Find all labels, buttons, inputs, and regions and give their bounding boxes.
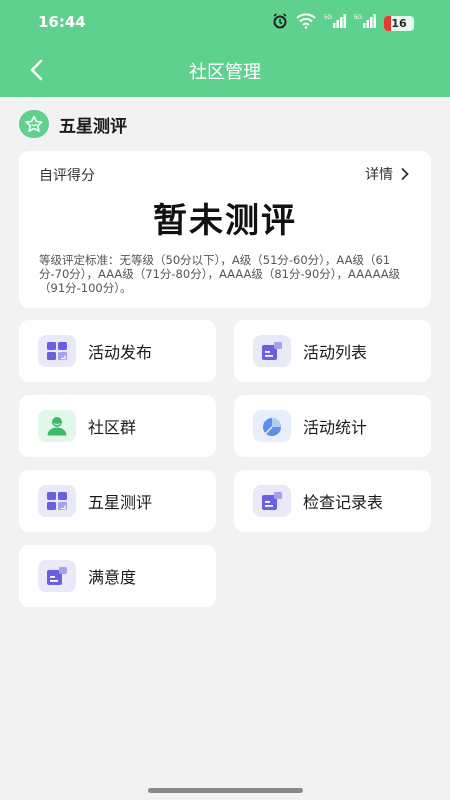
tile-inspection-records[interactable]: 检查记录表 [234,470,431,532]
tile-activity-publish[interactable]: 活动发布 [19,320,216,382]
home-indicator[interactable] [148,788,303,793]
list-card-icon [38,560,76,592]
grading-standard: 等级评定标准：无等级（50分以下），A级（51分-60分），AA级（61分-70… [39,253,401,295]
detail-link[interactable]: 详情 [365,164,409,184]
tile-activity-list[interactable]: 活动列表 [234,320,431,382]
chevron-right-icon [401,168,409,180]
tile-community-group[interactable]: 社区群 [19,395,216,457]
svg-text:5G: 5G [324,15,332,21]
status-icons: 5G 5G 16 [272,13,414,33]
list-card-icon [253,485,291,517]
page-title: 社区管理 [189,62,261,83]
tile-label: 检查记录表 [303,493,384,512]
list-card-icon [253,335,291,367]
wifi-icon [296,13,316,33]
status-time: 16:44 [38,13,86,31]
section-header: 五星测评 [19,110,127,138]
user-group-icon [38,410,76,442]
grid-icon [38,485,76,517]
score-label: 自评得分 [39,168,95,184]
signal-icon-2: 5G [354,13,376,33]
status-bar: 16:44 5G 5G 16 [0,0,450,44]
grid-icon [38,335,76,367]
tile-label: 活动列表 [303,343,368,362]
tile-five-star-review[interactable]: 五星测评 [19,470,216,532]
tile-satisfaction[interactable]: 满意度 [19,545,216,607]
battery-icon: 16 [384,15,414,31]
score-value: 暂未测评 [153,201,297,241]
detail-label: 详情 [365,167,393,183]
tile-label: 活动发布 [88,343,153,362]
app-header: 16:44 5G 5G 16 社区管理 [0,0,450,97]
tile-label: 活动统计 [303,418,368,437]
alarm-icon [272,13,288,33]
battery-level: 16 [391,16,407,30]
svg-text:5G: 5G [354,15,362,21]
section-title: 五星测评 [59,116,127,137]
nav-bar: 社区管理 [0,44,450,97]
star-badge-icon [19,110,49,138]
signal-icon: 5G [324,13,346,33]
tile-label: 五星测评 [88,493,153,512]
tile-label: 满意度 [88,568,137,587]
tile-label: 社区群 [88,418,137,437]
tile-activity-stats[interactable]: 活动统计 [234,395,431,457]
score-card: 自评得分 详情 暂未测评 等级评定标准：无等级（50分以下），A级（51分-60… [19,151,431,308]
pie-chart-icon [253,410,291,442]
